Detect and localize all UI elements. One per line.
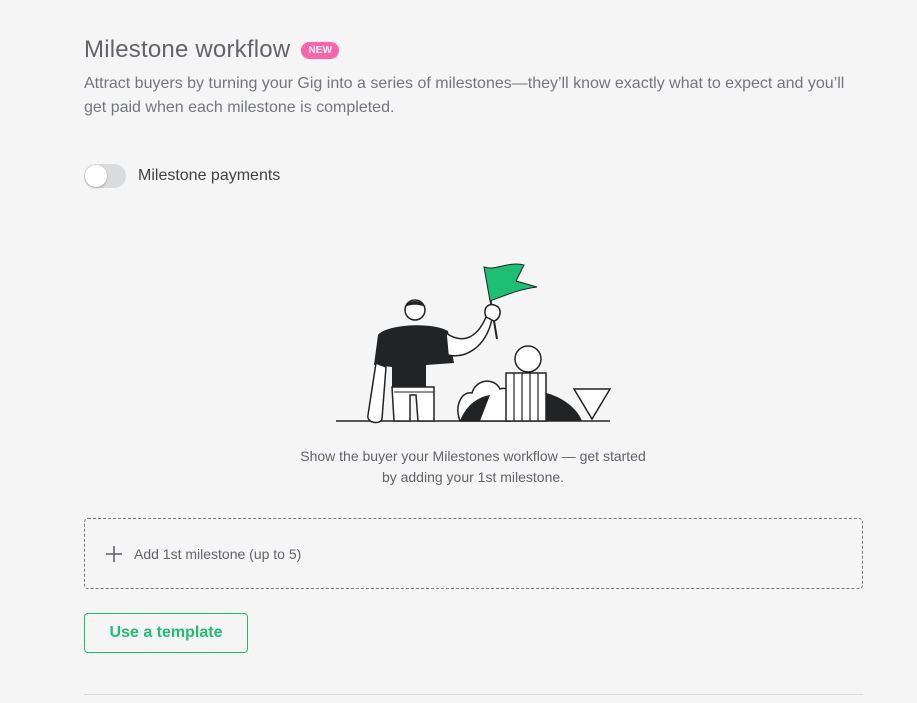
add-milestone-button[interactable]: Add 1st milestone (up to 5) [84,518,863,589]
plus-icon [106,545,122,562]
flag [483,263,538,302]
toggle-label: Milestone payments [138,167,281,184]
striped-box [505,372,547,422]
section-title: Milestone workflow [84,36,291,63]
torso [374,325,454,387]
toggle-knob [85,165,107,187]
new-badge: NEW [301,41,340,59]
section-divider [84,694,863,695]
empty-state-message: Show the buyer your Milestones workflow … [300,448,646,485]
use-template-button[interactable]: Use a template [84,613,248,653]
triangle-shape [572,388,612,421]
half-circle-shape [546,393,582,421]
section-description: Attract buyers by turning your Gig into … [84,75,845,116]
milestone-payments-toggle-row: Milestone payments [84,164,280,188]
milestone-workflow-section: Milestone workflow NEW Attract buyers by… [0,0,917,703]
section-header: Milestone workflow NEW Attract buyers by… [84,34,864,120]
title-row: Milestone workflow NEW [84,34,864,66]
milestone-payments-toggle[interactable] [84,164,126,188]
person-raising-flag-illustration [336,263,612,424]
add-milestone-label: Add 1st milestone (up to 5) [134,545,302,562]
circle-shape [514,345,542,373]
